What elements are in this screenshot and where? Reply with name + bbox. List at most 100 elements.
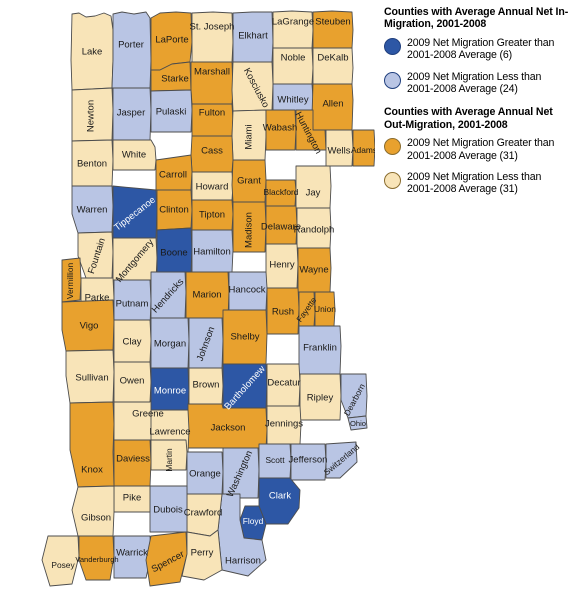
county-label-benton: Benton (77, 159, 107, 170)
county-label-clark: Clark (269, 491, 291, 502)
county-label-cass: Cass (201, 146, 223, 157)
county-label-jay: Jay (306, 188, 321, 199)
county-label-martin: Martin (164, 448, 174, 472)
county-label-greene: Greene (132, 409, 164, 420)
county-label-fulton: Fulton (199, 108, 225, 119)
county-label-posey: Posey (51, 560, 75, 570)
county-label-white: White (122, 150, 146, 161)
county-label-miami: Miami (244, 124, 255, 149)
county-label-carroll: Carroll (159, 170, 187, 181)
legend-row: 2009 Net Migration Greater than 2001-200… (384, 37, 570, 62)
county-label-warren: Warren (77, 205, 108, 216)
legend-block-0: Counties with Average Annual Net In-Migr… (384, 6, 570, 95)
legend-row: 2009 Net Migration Less than 2001-2008 A… (384, 171, 570, 196)
county-label-boone: Boone (160, 248, 187, 259)
county-label-lawrence: Lawrence (149, 427, 190, 438)
county-label-union: Union (314, 304, 336, 314)
county-label-lagrange: LaGrange (272, 17, 314, 28)
county-gibson[interactable] (71, 485, 115, 537)
legend-row-label: 2009 Net Migration Less than 2001-2008 A… (407, 171, 542, 196)
county-label-perry: Perry (191, 548, 214, 559)
county-label-vigo: Vigo (80, 321, 99, 332)
county-label-dubois: Dubois (153, 505, 183, 516)
county-label-ripley: Ripley (307, 393, 334, 404)
county-label-owen: Owen (120, 376, 145, 387)
county-label-parke: Parke (85, 293, 110, 304)
legend-block-1: Counties with Average Annual Net Out-Mig… (384, 106, 570, 195)
map-svg[interactable]: Lake Porter LaPorteSt. JosephElkhart LaGran… (0, 0, 375, 599)
county-label-harrison: Harrison (225, 556, 261, 567)
legend-row: 2009 Net Migration Greater than 2001-200… (384, 137, 570, 162)
county-label-elkhart: Elkhart (238, 31, 268, 42)
county-label-st-joseph: St. Joseph (190, 22, 235, 33)
county-label-dekalb: DeKalb (317, 53, 348, 64)
county-label-wayne: Wayne (299, 265, 328, 276)
county-label-franklin: Franklin (303, 343, 337, 354)
legend-row-label: 2009 Net Migration Greater than 2001-200… (407, 137, 555, 162)
map-legend: Counties with Average Annual Net In-Migr… (384, 6, 570, 207)
county-label-clay: Clay (122, 337, 141, 348)
county-label-adams: Adams (351, 145, 375, 155)
county-label-hancock: Hancock (229, 285, 266, 296)
county-label-scott: Scott (265, 455, 285, 465)
county-label-sullivan: Sullivan (75, 373, 108, 384)
county-label-brown: Brown (193, 380, 220, 391)
county-label-wells: Wells (327, 146, 350, 157)
county-label-tipton: Tipton (199, 210, 225, 221)
legend-title: Counties with Average Annual Net Out-Mig… (384, 106, 553, 131)
county-label-jasper: Jasper (117, 108, 146, 119)
county-label-jackson: Jackson (211, 423, 246, 434)
county-label-jefferson: Jefferson (289, 455, 328, 466)
county-label-henry: Henry (269, 260, 295, 271)
county-label-lake: Lake (82, 47, 103, 58)
county-label-porter: Porter (118, 40, 144, 51)
county-label-laporte: LaPorte (155, 35, 188, 46)
county-label-monroe: Monroe (154, 386, 186, 397)
county-label-hamilton: Hamilton (193, 247, 231, 258)
county-label-wabash: Wabash (263, 123, 298, 134)
county-label-pike: Pike (123, 493, 141, 504)
legend-title: Counties with Average Annual Net In-Migr… (384, 6, 569, 31)
county-label-rush: Rush (272, 307, 294, 318)
legend-row-label: 2009 Net Migration Greater than 2001-200… (407, 36, 555, 62)
indiana-county-map[interactable]: Lake Porter LaPorte St. Joseph Elkhart LaGran… (0, 0, 375, 599)
county-label-madison: Madison (244, 212, 255, 248)
county-label-ohio: Ohio (350, 419, 366, 428)
county-label-marion: Marion (192, 290, 221, 301)
county-label-steuben: Steuben (315, 17, 350, 28)
county-label-orange: Orange (189, 469, 221, 480)
county-label-clinton: Clinton (159, 205, 189, 216)
county-label-vermillion: Vermillion (65, 263, 75, 300)
county-label-decatur: Decatur (267, 378, 300, 389)
county-label-grant: Grant (237, 176, 261, 187)
county-label-noble: Noble (281, 53, 306, 64)
county-label-warrick: Warrick (116, 548, 148, 559)
legend-swatch-out-less-icon (384, 172, 401, 190)
county-label-daviess: Daviess (116, 454, 150, 465)
legend-swatch-out-greater-icon (384, 138, 401, 156)
county-label-jennings: Jennings (265, 419, 303, 430)
legend-row: 2009 Net Migration Less than 2001-2008 A… (384, 71, 570, 96)
county-label-starke: Starke (161, 74, 188, 85)
county-label-pulaski: Pulaski (156, 107, 187, 118)
county-label-whitley: Whitley (277, 95, 308, 106)
county-label-howard: Howard (196, 182, 229, 193)
county-label-gibson: Gibson (81, 513, 111, 524)
county-label-randolph: Randolph (294, 225, 335, 236)
migration-map-page: Lake Porter LaPorte St. Joseph Elkhart LaGran… (0, 0, 570, 599)
county-label-allen: Allen (322, 99, 343, 110)
legend-row-label: 2009 Net Migration Less than 2001-2008 A… (407, 70, 542, 96)
county-label-newton: Newton (86, 100, 97, 132)
county-label-putnam: Putnam (116, 299, 149, 310)
county-label-blackford: Blackford (264, 187, 299, 197)
legend-swatch-in-less-icon (384, 71, 401, 89)
county-label-floyd: Floyd (243, 516, 264, 526)
legend-swatch-in-greater-icon (384, 37, 401, 55)
county-label-marshall: Marshall (194, 67, 230, 78)
county-label-shelby: Shelby (230, 332, 259, 343)
county-label-knox: Knox (81, 465, 103, 476)
county-label-vanderburgh: Vanderburgh (75, 555, 118, 564)
county-label-crawford: Crawford (184, 508, 223, 519)
county-st-joseph[interactable] (191, 11, 234, 63)
county-label-morgan: Morgan (154, 339, 186, 350)
